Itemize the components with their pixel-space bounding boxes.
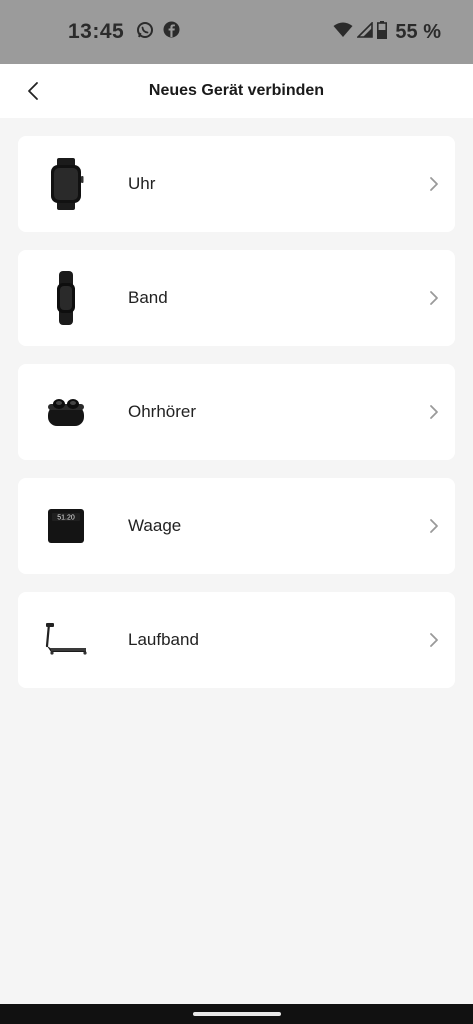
device-label: Waage — [128, 516, 182, 535]
scale-display-text: 51.20 — [57, 515, 75, 522]
back-button[interactable] — [18, 76, 48, 106]
device-item-scale[interactable]: 51.20 Waage — [18, 478, 455, 574]
chevron-left-icon — [28, 82, 38, 100]
cell-signal-icon — [356, 20, 374, 43]
chevron-right-icon — [430, 519, 438, 533]
app-header: Neues Gerät verbinden — [0, 64, 473, 118]
device-item-treadmill[interactable]: Laufband — [18, 592, 455, 688]
status-bar: 13:45 55 % — [0, 0, 473, 64]
whatsapp-icon — [136, 21, 154, 44]
chevron-right-icon — [430, 177, 438, 191]
chevron-right-icon — [430, 405, 438, 419]
device-label: Laufband — [128, 630, 199, 649]
status-time: 13:45 — [68, 20, 125, 43]
page-title: Neues Gerät verbinden — [148, 82, 325, 99]
fitness-band-icon — [36, 268, 96, 328]
facebook-icon — [163, 21, 180, 43]
device-type-list: Uhr Band Ohrhörer 51.20 Waage Laufband — [0, 118, 473, 1004]
system-navigation-bar — [0, 1004, 473, 1024]
wifi-icon — [333, 22, 353, 43]
device-label: Band — [128, 288, 168, 307]
device-label: Ohrhörer — [128, 402, 197, 421]
earbuds-icon — [36, 382, 96, 442]
smartwatch-icon — [36, 154, 96, 214]
device-label: Uhr — [128, 174, 156, 193]
chevron-right-icon — [430, 633, 438, 647]
notification-icons — [136, 21, 180, 44]
device-item-watch[interactable]: Uhr — [18, 136, 455, 232]
home-indicator[interactable] — [193, 1012, 281, 1016]
system-icons: 55 % — [333, 20, 441, 44]
device-item-earbuds[interactable]: Ohrhörer — [18, 364, 455, 460]
scale-icon: 51.20 — [36, 496, 96, 556]
device-item-band[interactable]: Band — [18, 250, 455, 346]
battery-icon — [377, 20, 388, 44]
treadmill-icon — [36, 610, 96, 670]
battery-percentage: 55 % — [395, 20, 441, 43]
chevron-right-icon — [430, 291, 438, 305]
